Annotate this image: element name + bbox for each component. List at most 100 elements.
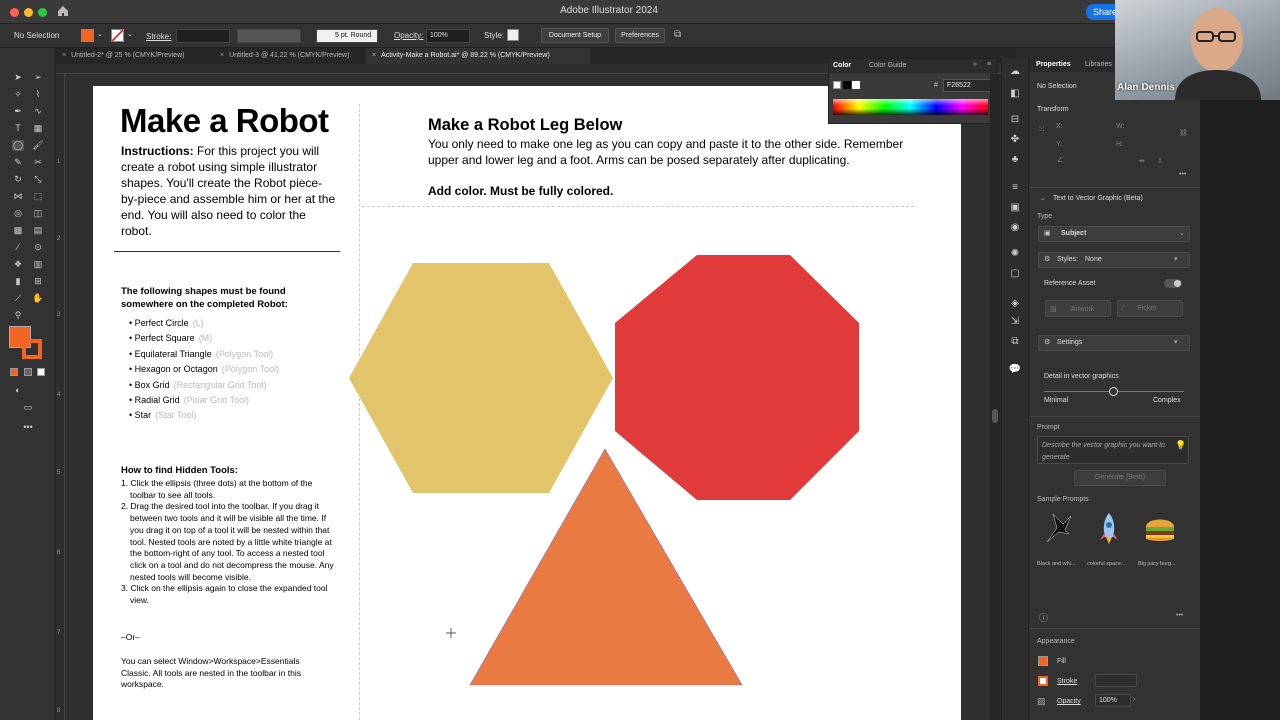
properties-icon[interactable]: ⊟ bbox=[1008, 114, 1022, 126]
symbols-icon[interactable]: ♣ bbox=[1008, 154, 1022, 166]
grid-tool-icon[interactable]: ▦ bbox=[32, 123, 44, 134]
scissors-icon[interactable]: ✂ bbox=[32, 157, 44, 168]
artboard[interactable]: Make a Robot Instructions: For this proj… bbox=[93, 86, 961, 720]
learn-icon[interactable]: ◧ bbox=[1008, 88, 1022, 100]
reference-asset-toggle[interactable] bbox=[1164, 279, 1182, 288]
chevron-right-icon[interactable]: › bbox=[1133, 696, 1135, 703]
document-setup-button[interactable]: Document Setup bbox=[541, 28, 609, 43]
stroke-color-swatch[interactable] bbox=[22, 339, 42, 359]
constrain-proportions-icon[interactable]: ⛓ bbox=[1179, 129, 1188, 137]
arrange-icon[interactable]: ⧉ bbox=[674, 29, 681, 40]
rotate-angle-icon[interactable]: ∠ bbox=[1057, 156, 1063, 164]
gradient-icon[interactable]: ▣ bbox=[1008, 202, 1022, 214]
artboard-tool-icon[interactable]: ⊞ bbox=[32, 276, 44, 287]
eyedropper-icon[interactable]: ⁄ bbox=[12, 242, 24, 253]
selection-tool-icon[interactable]: ➤ bbox=[12, 72, 24, 83]
artboards-icon[interactable]: ⧉ bbox=[1008, 336, 1022, 348]
more-options-icon[interactable]: ••• bbox=[1179, 171, 1186, 178]
tab-make-a-robot[interactable]: × Activity-Make a Robot.ai* @ 89.22 % (CM… bbox=[366, 48, 590, 64]
shape-builder-icon[interactable]: ◎ bbox=[12, 208, 24, 219]
opacity-label[interactable]: Opacity: bbox=[394, 31, 423, 40]
opacity-field[interactable]: 100% bbox=[426, 29, 470, 43]
fill-swatch[interactable] bbox=[1038, 656, 1048, 666]
align-icon[interactable]: ≡ bbox=[1008, 182, 1022, 194]
sample-prompt-burger[interactable] bbox=[1143, 514, 1177, 544]
pen-tool-icon[interactable]: ✒ bbox=[12, 106, 24, 117]
t2v-section-label[interactable]: Text to Vector Graphic (Beta) bbox=[1053, 195, 1143, 202]
stroke-label[interactable]: Stroke: bbox=[146, 32, 171, 41]
octagon-shape[interactable] bbox=[615, 255, 859, 500]
none-mode-icon[interactable] bbox=[37, 368, 45, 376]
hex-input[interactable]: F26522 bbox=[943, 79, 991, 92]
stroke-label[interactable]: Stroke bbox=[1057, 678, 1077, 685]
slice-tool-icon[interactable]: ⟋ bbox=[12, 293, 24, 304]
direct-selection-tool-icon[interactable]: ➢ bbox=[32, 72, 44, 83]
generate-button[interactable]: Generate (Beta) bbox=[1074, 470, 1166, 486]
draw-mode-icon[interactable]: ◐ bbox=[12, 385, 24, 396]
screen-mode-icon[interactable]: ▭ bbox=[22, 402, 34, 413]
lightbulb-icon[interactable]: 💡 bbox=[1175, 440, 1186, 451]
perspective-grid-icon[interactable]: ▩ bbox=[12, 225, 24, 236]
white-swatch[interactable] bbox=[852, 81, 860, 89]
type-tool-icon[interactable]: T bbox=[12, 123, 24, 134]
blend-tool-icon[interactable]: ⊙ bbox=[32, 242, 44, 253]
gradient-mode-icon[interactable] bbox=[24, 368, 32, 376]
black-swatch[interactable] bbox=[843, 81, 851, 89]
scroll-thumb[interactable] bbox=[992, 409, 998, 423]
picker-button[interactable]: ⁄ Picker bbox=[1117, 300, 1183, 317]
appearance-icon[interactable]: ✺ bbox=[1008, 248, 1022, 260]
rotate-tool-icon[interactable]: ↻ bbox=[12, 174, 24, 185]
none-swatch[interactable] bbox=[833, 81, 841, 89]
layers-icon[interactable]: ◈ bbox=[1008, 298, 1022, 310]
sample-prompt-rocket[interactable] bbox=[1093, 510, 1125, 546]
shaper-tool-icon[interactable]: ✎ bbox=[12, 157, 24, 168]
tab-properties[interactable]: Properties bbox=[1036, 61, 1071, 68]
tab-untitled-3[interactable]: × Untitled-3 @ 41.22 % (CMYK/Preview) bbox=[214, 48, 366, 64]
preferences-button[interactable]: Preferences bbox=[615, 28, 665, 43]
scale-tool-icon[interactable]: ⤡ bbox=[32, 174, 44, 185]
detail-slider-thumb[interactable] bbox=[1109, 387, 1118, 396]
graphic-style-swatch[interactable] bbox=[507, 29, 519, 41]
hexagon-shape[interactable] bbox=[349, 263, 613, 493]
brushes-icon[interactable]: ✤ bbox=[1008, 134, 1022, 146]
prompt-input[interactable]: Describe the vector graphic you want to … bbox=[1037, 436, 1189, 464]
fill-swatch[interactable] bbox=[81, 29, 94, 42]
width-tool-icon[interactable]: ⋈ bbox=[12, 191, 24, 202]
zoom-tool-icon[interactable]: ⚲ bbox=[12, 310, 24, 321]
tab-color-guide[interactable]: Color Guide bbox=[869, 62, 906, 69]
magic-wand-icon[interactable]: ✧ bbox=[12, 89, 24, 100]
more-tools-ellipsis-icon[interactable]: ••• bbox=[22, 422, 34, 433]
stroke-swatch[interactable] bbox=[1038, 676, 1048, 686]
more-options-icon[interactable]: ••• bbox=[1176, 612, 1183, 619]
color-spectrum[interactable] bbox=[833, 99, 988, 115]
chevron-down-icon[interactable]: ⌄ bbox=[1040, 194, 1046, 202]
chevron-down-icon[interactable]: ⌄ bbox=[127, 30, 133, 38]
color-mode-icon[interactable] bbox=[10, 368, 18, 376]
ellipse-tool-icon[interactable]: ◯ bbox=[12, 140, 24, 151]
vertical-scrollbar[interactable] bbox=[990, 74, 1000, 720]
opacity-label[interactable]: Opacity bbox=[1057, 698, 1081, 705]
stroke-weight-field[interactable] bbox=[176, 29, 230, 43]
variable-width-profile[interactable] bbox=[237, 29, 301, 43]
comments-icon[interactable]: 💬 bbox=[1008, 364, 1022, 376]
gradient-tool-icon[interactable]: ▤ bbox=[32, 225, 44, 236]
libraries-icon[interactable]: ☁ bbox=[1008, 66, 1022, 78]
live-paint-icon[interactable]: ◫ bbox=[32, 208, 44, 219]
collapse-icon[interactable]: » bbox=[973, 61, 977, 68]
tab-libraries[interactable]: Libraries bbox=[1085, 61, 1112, 68]
chevron-down-icon[interactable]: ⌄ bbox=[97, 30, 103, 38]
symbol-sprayer-icon[interactable]: ❖ bbox=[12, 259, 24, 270]
lasso-icon[interactable]: ⌇ bbox=[32, 89, 44, 100]
transparency-icon[interactable]: ◉ bbox=[1008, 222, 1022, 234]
artwork-button[interactable]: ▨ Artwork bbox=[1045, 300, 1111, 317]
export-icon[interactable]: ⇲ bbox=[1008, 316, 1022, 328]
bar-chart-icon[interactable]: ▮ bbox=[12, 276, 24, 287]
curvature-tool-icon[interactable]: ∿ bbox=[32, 106, 44, 117]
hand-tool-icon[interactable]: ✋ bbox=[32, 293, 44, 304]
tab-color[interactable]: Color bbox=[833, 62, 851, 69]
tab-untitled-2[interactable]: × Untitled-2* @ 25 % (CMYK/Preview) bbox=[56, 48, 214, 64]
paintbrush-icon[interactable]: 🖌 bbox=[32, 140, 44, 151]
flip-vertical-icon[interactable]: ⇳ bbox=[1157, 157, 1163, 165]
info-icon[interactable]: ⓘ bbox=[1039, 611, 1048, 624]
opacity-input[interactable]: 100% bbox=[1095, 694, 1131, 707]
